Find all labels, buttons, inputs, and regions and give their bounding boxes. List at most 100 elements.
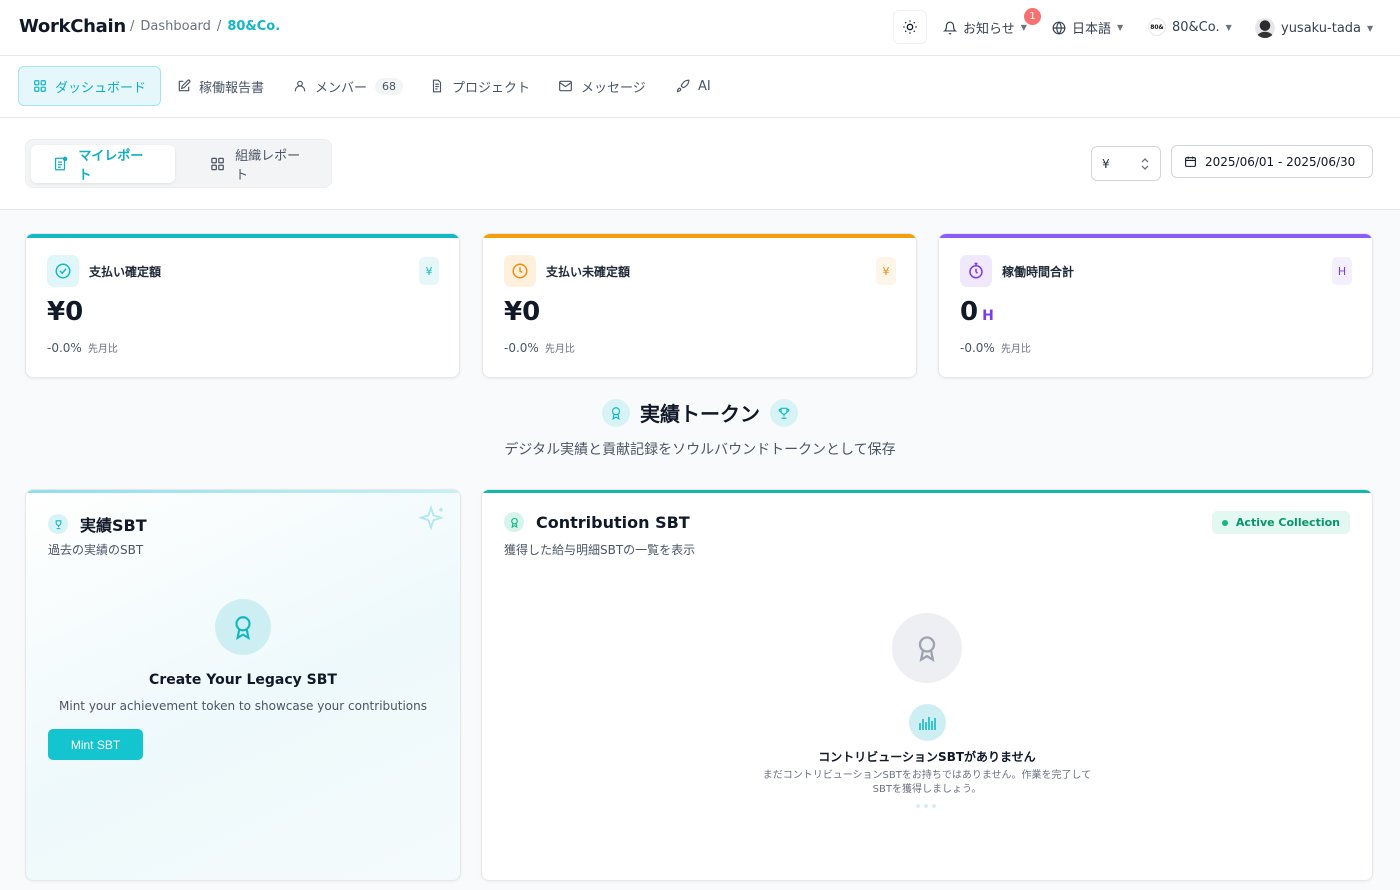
organization-menu[interactable]: 80& 80&Co. ▼ (1148, 18, 1232, 36)
language-menu[interactable]: 日本語 ▼ (1052, 18, 1123, 37)
section-title-text: 実績トークン (640, 402, 760, 426)
stat-change-value: -0.0% (960, 341, 995, 355)
theme-toggle-button[interactable] (893, 10, 927, 44)
rocket-icon (676, 79, 690, 93)
chevron-up-down-icon (1141, 157, 1149, 170)
empty-state-title: コントリビューションSBTがありません (818, 750, 1036, 764)
nav-item-label: AI (698, 78, 711, 94)
username-label: yusaku-tada (1281, 20, 1362, 36)
stat-change-label: 先月比 (87, 344, 118, 355)
section-subtitle: デジタル実績と貢献記録をソウルバウンドトークンとして保存 (504, 442, 896, 458)
nav-item-ai[interactable]: AI (661, 66, 726, 106)
award-icon (504, 512, 524, 532)
tab-org-report[interactable]: 組織レポート (188, 145, 331, 183)
nav-item-members[interactable]: メンバー 68 (278, 66, 418, 106)
breadcrumb: / Dashboard / 80&Co. (130, 19, 280, 34)
user-menu[interactable]: yusaku-tada ▼ (1255, 18, 1373, 38)
nav-item-work-reports[interactable]: 稼働報告書 (162, 66, 279, 106)
notification-count-badge: 1 (1024, 8, 1041, 25)
date-range-value: 2025/06/01 - 2025/06/30 (1205, 154, 1356, 169)
chevron-down-icon: ▼ (1225, 22, 1232, 32)
nav-item-label: メッセージ (581, 80, 646, 96)
contribution-sbt-card: Contribution SBT 獲得した給与明細SBTの一覧を表示 Activ… (481, 489, 1373, 881)
legacy-cta-subtitle: Mint your achievement token to showcase … (59, 699, 427, 713)
app-logo[interactable]: WorkChain (19, 16, 126, 37)
nav-item-dashboard[interactable]: ダッシュボード (18, 66, 162, 106)
card-subtitle: 獲得した給与明細SBTの一覧を表示 (504, 543, 696, 557)
nav-item-projects[interactable]: プロジェクト (415, 66, 545, 106)
sun-icon (903, 20, 917, 34)
accent-bar (26, 234, 459, 238)
chevron-down-icon: ▼ (1020, 23, 1027, 32)
legacy-cta-title: Create Your Legacy SBT (149, 672, 337, 688)
notifications-menu[interactable]: お知らせ ▼ (943, 18, 1027, 37)
accent-bar (482, 490, 1372, 493)
mint-sbt-button[interactable]: Mint SBT (48, 729, 143, 760)
org-logo: 80& (1148, 18, 1166, 36)
breadcrumb-current[interactable]: 80&Co. (227, 19, 280, 34)
loading-dots (916, 804, 936, 808)
stat-change-label: 先月比 (1000, 344, 1031, 355)
stat-change: -0.0% 先月比 (47, 340, 118, 355)
stat-card-total-hours: 稼働時間合計 H 0H -0.0% 先月比 (938, 233, 1373, 378)
chevron-down-icon: ▼ (1117, 23, 1124, 32)
report-icon (54, 156, 68, 171)
date-range-picker[interactable]: 2025/06/01 - 2025/06/30 (1171, 145, 1373, 178)
report-toolbar: マイレポート 組織レポート ¥ 2025/06/01 - 2025/06/30 (0, 118, 1400, 210)
breadcrumb-separator: / (216, 19, 222, 34)
status-badge: Active Collection (1211, 511, 1350, 534)
stat-value: ¥0 (47, 297, 84, 327)
check-circle-icon (47, 255, 79, 287)
stat-change-label: 先月比 (544, 344, 575, 355)
stat-value-number: 0 (960, 297, 979, 327)
organization-label: 80&Co. (1172, 19, 1220, 35)
mail-icon (559, 80, 572, 92)
grid-icon (211, 157, 224, 171)
card-subtitle: 過去の実績のSBT (48, 543, 144, 557)
language-label: 日本語 (1072, 22, 1112, 37)
edit-icon (178, 79, 191, 92)
nav-item-label: メンバー (315, 80, 368, 96)
currency-select[interactable]: ¥ (1091, 146, 1161, 181)
calendar-icon (1185, 156, 1196, 167)
sparkle-icon (418, 504, 444, 531)
stat-value-unit: H (982, 308, 994, 324)
chevron-down-icon: ▼ (1367, 23, 1374, 33)
breadcrumb-dashboard[interactable]: Dashboard (140, 19, 211, 34)
stat-change-value: -0.0% (47, 341, 82, 355)
accent-bar (939, 234, 1372, 238)
stat-title: 稼働時間合計 (1002, 265, 1075, 279)
user-icon (294, 80, 306, 92)
award-icon (892, 613, 962, 683)
stat-card-confirmed-payment: 支払い確定額 ¥ ¥0 -0.0% 先月比 (25, 233, 460, 378)
bell-icon (943, 21, 957, 34)
grid-icon (34, 80, 46, 92)
stat-value: ¥0 (504, 297, 541, 327)
stat-unit-badge: H (1332, 257, 1352, 285)
status-dot (1221, 519, 1228, 526)
card-header: Contribution SBT (504, 512, 690, 532)
report-type-switch: マイレポート 組織レポート (25, 139, 332, 188)
nav-item-label: 稼働報告書 (199, 80, 265, 96)
stopwatch-icon (960, 255, 992, 287)
globe-icon (1052, 21, 1066, 34)
currency-value: ¥ (1102, 156, 1110, 171)
stat-unit-badge: ¥ (876, 257, 896, 285)
nav-item-messages[interactable]: メッセージ (543, 66, 661, 106)
trophy-icon (48, 514, 68, 534)
top-header: WorkChain / Dashboard / 80&Co. お知らせ ▼ 1 … (0, 0, 1400, 56)
stat-title: 支払い確定額 (89, 265, 162, 279)
card-header: 実績SBT (48, 512, 147, 536)
clock-icon (504, 255, 536, 287)
status-label: Active Collection (1235, 516, 1340, 529)
bar-chart-icon (909, 704, 946, 741)
main-nav: ダッシュボード 稼働報告書 メンバー 68 プロジェクト メッセージ AI (0, 56, 1400, 118)
tab-my-report[interactable]: マイレポート (31, 145, 175, 183)
card-title: Contribution SBT (536, 512, 690, 532)
accent-bar (26, 490, 460, 493)
stat-value: 0H (960, 297, 994, 327)
trophy-icon (770, 398, 798, 427)
legacy-sbt-card: 実績SBT 過去の実績のSBT Create Your Legacy SBT M… (25, 489, 461, 881)
accent-bar (483, 234, 916, 238)
stat-change-value: -0.0% (504, 341, 539, 355)
